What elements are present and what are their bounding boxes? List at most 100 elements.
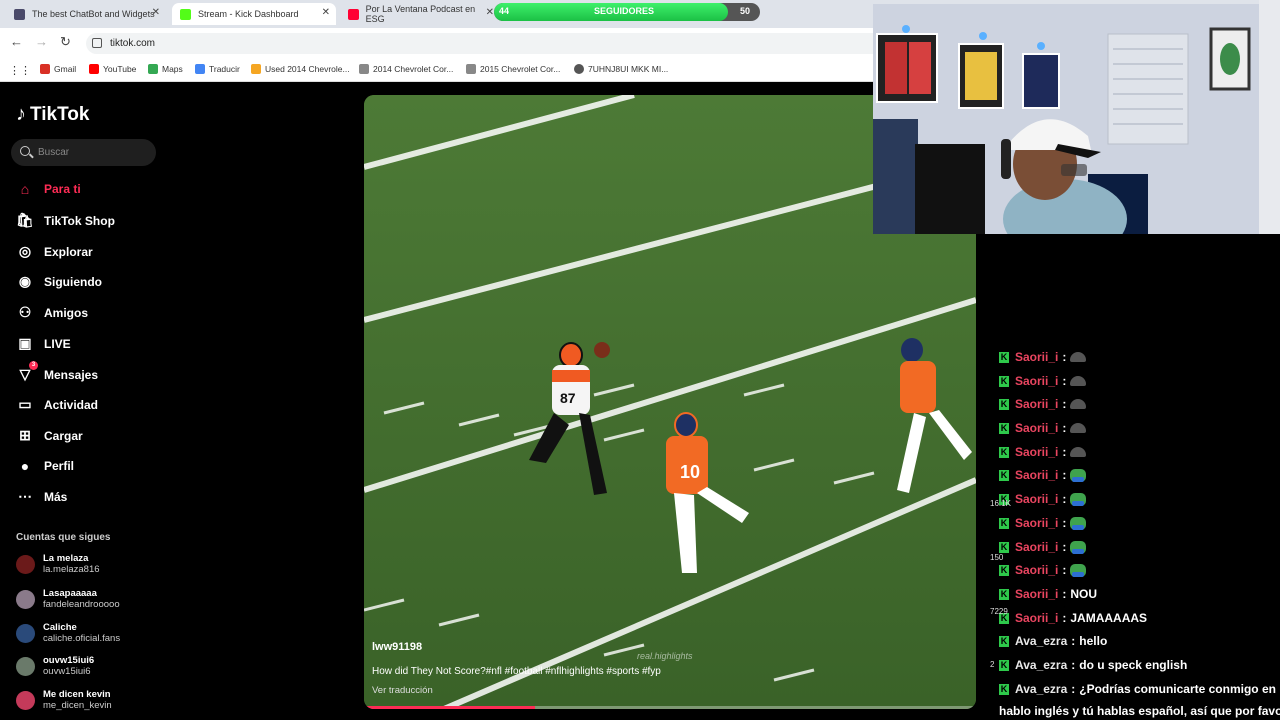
chat-separator: : [1071,634,1076,648]
video-watermark: real.highlights [637,651,693,661]
bookmark-translate[interactable]: Traducir [195,64,240,74]
chat-separator: : [1071,658,1076,672]
close-icon[interactable]: ✕ [486,7,494,18]
chat-message: K Saorii_i: NOU [999,587,1097,601]
chat-separator: : [1062,445,1067,459]
side-stat-shares: 2 [990,660,995,669]
account-username: la.melaza816 [43,564,100,575]
site-info-icon[interactable] [92,38,102,48]
bookmark-label: 2015 Chevrolet Cor... [480,64,561,74]
back-icon[interactable]: ← [10,34,23,49]
site-icon [466,64,476,74]
bookmark-misc[interactable]: 7UHNJ8UI MKK MI... [574,64,668,74]
followed-account[interactable]: La melaza la.melaza816 [16,553,100,575]
translate-link[interactable]: Ver traducción [372,685,433,696]
nav-actividad[interactable]: ▭ Actividad [16,396,98,413]
chat-username[interactable]: Saorii_i [1015,445,1058,459]
bookmark-label: Gmail [54,64,77,74]
kick-badge-icon: K [999,446,1009,458]
chat-message: K Saorii_i: [999,516,1087,530]
chat-username[interactable]: Saorii_i [1015,350,1058,364]
kick-badge-icon: K [999,351,1009,363]
followed-account[interactable]: Me dicen kevin me_dicen_kevin [16,689,112,711]
chat-username[interactable]: Saorii_i [1015,421,1058,435]
account-username: caliche.oficial.fans [43,633,121,644]
search-input[interactable]: Buscar [11,139,156,166]
nav-mas[interactable]: ⋯ Más [16,488,67,505]
chat-separator: : [1062,587,1067,601]
video-progress-bar[interactable] [364,706,976,709]
chat-text: do u speck english [1079,658,1188,672]
chat-separator: : [1071,682,1076,696]
forward-icon[interactable]: → [35,34,48,49]
close-icon[interactable]: ✕ [152,7,160,18]
browser-tab[interactable]: The best ChatBot and Widgets ✕ [6,3,166,25]
kick-badge-icon: K [999,422,1009,434]
nav-label: Siguiendo [44,274,102,289]
globe-icon [574,64,584,74]
chat-message-continuation: hablo inglés y tú hablas español, así qu… [999,704,1280,718]
chat-username[interactable]: Saorii_i [1015,611,1058,625]
chat-username[interactable]: Ava_ezra [1015,634,1067,648]
bookmark-youtube[interactable]: YouTube [89,64,136,74]
nav-mensajes[interactable]: ▽ 3 Mensajes [16,361,99,383]
nav-label: Amigos [44,305,89,320]
close-icon[interactable]: ✕ [322,7,330,18]
nav-siguiendo[interactable]: ◉ Siguiendo [16,273,102,290]
bookmark-maps[interactable]: Maps [148,64,183,74]
nav-tiktok-shop[interactable]: 🛍 TikTok Shop [16,212,115,229]
chat-username[interactable]: Saorii_i [1015,374,1058,388]
nav-label: Para ti [44,182,81,196]
nav-para-ti[interactable]: ⌂ Para ti [16,181,81,197]
url-field[interactable]: tiktok.com [86,33,886,54]
kick-badge-icon: K [999,375,1009,387]
bookmark-used-chevrolet[interactable]: Used 2014 Chevrole... [251,64,350,74]
video-username[interactable]: lww91198 [372,641,422,653]
chat-username[interactable]: Saorii_i [1015,492,1058,506]
followed-account[interactable]: Caliche caliche.oficial.fans [16,622,120,644]
account-username: ouvw15iui6 [43,666,91,677]
chat-separator: : [1062,563,1067,577]
chat-message: K Saorii_i: [999,421,1087,435]
maps-pin-icon [148,64,158,74]
bookmark-chevrolet-2014[interactable]: 2014 Chevrolet Cor... [359,64,453,74]
chat-username[interactable]: Ava_ezra [1015,658,1067,672]
bookmark-chevrolet-2015[interactable]: 2015 Chevrolet Cor... [466,64,560,74]
chat-username[interactable]: Saorii_i [1015,397,1058,411]
jersey-number: 10 [680,462,700,482]
apps-grid-icon[interactable]: ⋮⋮ [9,64,31,77]
nav-label: Mensajes [44,367,99,382]
bookmark-label: YouTube [103,64,137,74]
chat-username[interactable]: Saorii_i [1015,516,1058,530]
nav-amigos[interactable]: ⚇ Amigos [16,304,88,321]
bookmark-label: Maps [162,64,183,74]
chat-message: K Ava_ezra: do u speck english [999,658,1187,672]
football [594,342,610,358]
reload-icon[interactable]: ↻ [60,34,71,50]
tiktok-logo[interactable]: ♪ TikTok [16,103,89,126]
browser-tab-active[interactable]: Stream - Kick Dashboard ✕ [172,3,336,25]
chat-username[interactable]: Saorii_i [1015,563,1058,577]
chat-username[interactable]: Saorii_i [1015,468,1058,482]
followed-account[interactable]: ouvw15iui6 ouvw15iui6 [16,655,94,677]
nav-live[interactable]: ▣ LIVE [16,335,70,352]
side-stat-likes: 16.1K [990,499,1011,508]
webcam-scene [873,4,1259,234]
chat-username[interactable]: Ava_ezra [1015,682,1067,696]
chat-username[interactable]: Saorii_i [1015,587,1058,601]
tiktok-note-icon: ♪ [16,103,26,125]
browser-tab[interactable]: Por La Ventana Podcast en ESG ✕ [340,3,500,25]
activity-icon: ▭ [18,396,32,412]
avatar [16,554,35,574]
nav-perfil[interactable]: ● Perfil [16,458,74,474]
chat-username[interactable]: Saorii_i [1015,540,1058,554]
kick-badge-icon: K [999,635,1009,647]
nav-explorar[interactable]: ◎ Explorar [16,243,93,260]
avatar [16,656,35,676]
kick-badge-icon: K [999,588,1009,600]
nav-cargar[interactable]: ⊞ Cargar [16,427,83,444]
followed-account[interactable]: Lasapaaaaa fandeleandrooooo [16,588,120,610]
video-progress-fill [364,706,536,709]
side-stat-comments: 150 [990,553,1004,562]
bookmark-gmail[interactable]: Gmail [40,64,76,74]
